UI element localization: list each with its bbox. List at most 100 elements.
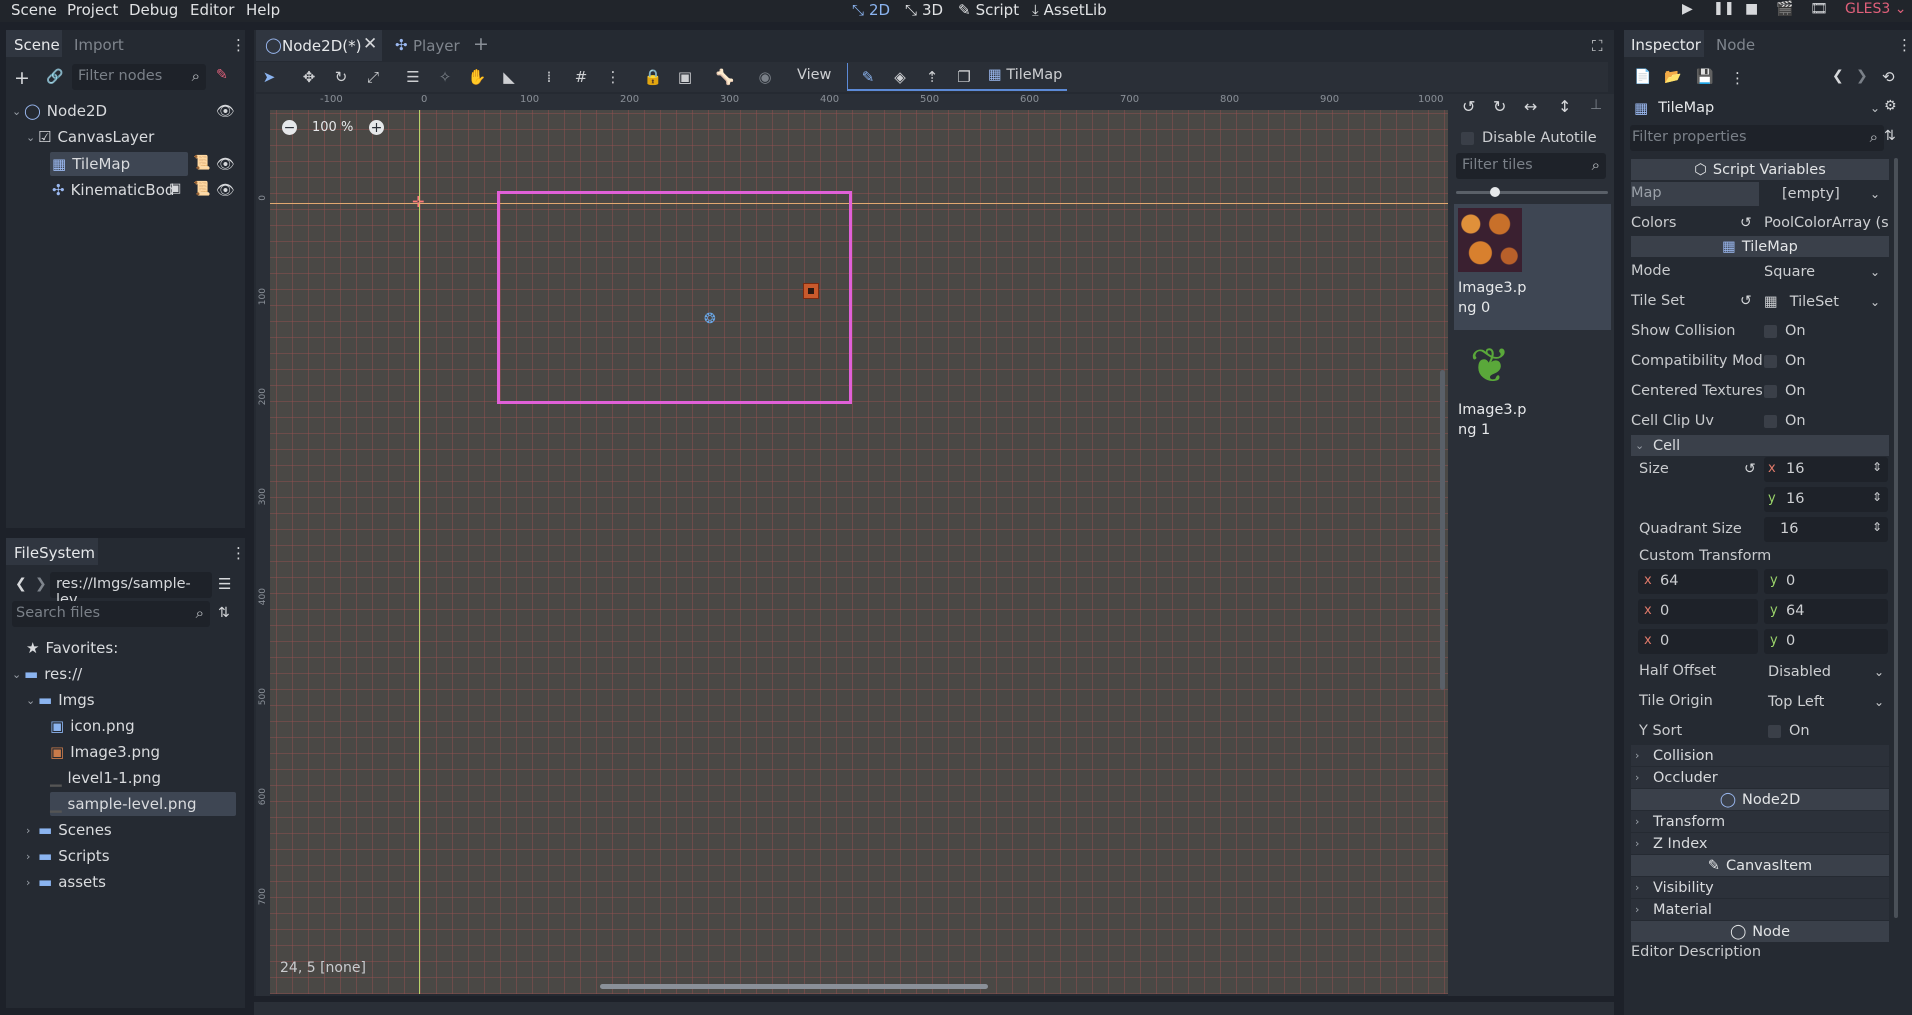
disable-autotile-checkbox[interactable]: Disable Autotile bbox=[1461, 130, 1597, 146]
smart-snap-icon[interactable]: ⁞ bbox=[538, 66, 560, 88]
play-scene-icon[interactable]: 🎬 bbox=[1776, 1, 1793, 17]
add-tab-icon[interactable]: + bbox=[473, 33, 489, 55]
tree-item-node2d[interactable]: ⌄ ◯ Node2D bbox=[12, 99, 107, 123]
size-x-field[interactable]: x 16 ⇕ bbox=[1764, 457, 1888, 482]
fs-file-level1[interactable]: ▁ level1-1.png bbox=[50, 766, 161, 790]
visibility-eye-icon[interactable]: 👁 bbox=[216, 181, 235, 199]
transform-x-y[interactable]: y 0 bbox=[1764, 569, 1888, 594]
fs-folder-imgs[interactable]: ⌄ ▬ Imgs bbox=[26, 688, 95, 712]
section-collision[interactable]: › Collision bbox=[1631, 745, 1889, 766]
tile-zoom-slider[interactable] bbox=[1456, 187, 1608, 197]
select-tool-icon[interactable]: ➤ bbox=[258, 66, 280, 88]
player-sprite-icon[interactable]: ❂ bbox=[704, 311, 716, 327]
object-selector[interactable]: ▦ TileMap ⌄ bbox=[1630, 95, 1884, 121]
fs-folder-scripts[interactable]: › ▬ Scripts bbox=[26, 844, 110, 868]
section-material[interactable]: › Material bbox=[1631, 899, 1889, 920]
colors-value[interactable]: PoolColorArray (s bbox=[1764, 215, 1889, 231]
save-resource-icon[interactable]: 💾 bbox=[1696, 69, 1713, 85]
copy-tool-icon[interactable]: ❐ bbox=[953, 66, 975, 88]
section-occluder[interactable]: › Occluder bbox=[1631, 767, 1889, 788]
section-visibility[interactable]: › Visibility bbox=[1631, 877, 1889, 898]
dock-menu-icon[interactable]: ⋮ bbox=[1897, 36, 1912, 54]
split-view-icon[interactable]: ☰ bbox=[218, 575, 231, 593]
picker-tool-icon[interactable]: ⇡ bbox=[921, 66, 943, 88]
centered-textures-checkbox[interactable]: On bbox=[1764, 383, 1806, 399]
transform-y-y[interactable]: y 64 bbox=[1764, 599, 1888, 624]
visibility-eye-icon[interactable]: 👁 bbox=[216, 102, 235, 120]
tree-item-canvaslayer[interactable]: ⌄ ☑ CanvasLayer bbox=[26, 125, 154, 149]
mode-select[interactable]: Square ⌄ bbox=[1764, 260, 1888, 284]
camera-icon[interactable]: ◉ bbox=[754, 66, 776, 88]
renderer-select[interactable]: GLES3 ⌄ bbox=[1845, 1, 1906, 17]
quadrant-size-field[interactable]: 16 ⇕ bbox=[1764, 517, 1888, 542]
pan-tool-icon[interactable]: ✋ bbox=[466, 66, 488, 88]
script-icon[interactable]: 📜 bbox=[193, 155, 210, 171]
new-resource-icon[interactable]: 📄 bbox=[1634, 69, 1651, 85]
fs-root[interactable]: ⌄ ▬ res:// bbox=[12, 662, 82, 686]
fs-folder-scenes[interactable]: › ▬ Scenes bbox=[26, 818, 112, 842]
menu-project[interactable]: Project bbox=[67, 1, 118, 19]
open-resource-icon[interactable]: 📂 bbox=[1664, 69, 1681, 85]
menu-help[interactable]: Help bbox=[246, 1, 280, 19]
more-options-icon[interactable]: ⋮ bbox=[602, 66, 624, 88]
tree-item-tilemap[interactable]: ▦ TileMap bbox=[52, 152, 130, 176]
forward-arrow-icon[interactable]: ❯ bbox=[35, 576, 47, 592]
slider-grabber[interactable] bbox=[1490, 187, 1500, 197]
section-cell[interactable]: ⌄ Cell bbox=[1631, 435, 1889, 456]
canvas-viewport[interactable]: ✛ ❂ − 100 % + 24, 5 [none] bbox=[270, 110, 1448, 994]
revert-icon[interactable]: ↺ bbox=[1740, 215, 1752, 231]
more-options-icon[interactable]: ⋮ bbox=[1730, 69, 1745, 87]
revert-icon[interactable]: ↺ bbox=[1744, 461, 1756, 477]
show-collision-checkbox[interactable]: On bbox=[1764, 323, 1806, 339]
tilemap-menu[interactable]: ▦ TileMap bbox=[988, 67, 1062, 83]
add-node-icon[interactable]: + bbox=[14, 67, 30, 89]
filter-properties-input[interactable]: Filter properties ⌕ bbox=[1630, 125, 1884, 151]
main-tab-assetlib[interactable]: ⤓ AssetLib bbox=[1032, 1, 1107, 19]
pivot-tool-icon[interactable]: ✧ bbox=[434, 66, 456, 88]
editor-tab-player[interactable]: Player bbox=[413, 37, 460, 55]
play-icon[interactable]: ▶ bbox=[1682, 1, 1693, 17]
revert-icon[interactable]: ↺ bbox=[1740, 293, 1752, 309]
menu-debug[interactable]: Debug bbox=[129, 1, 178, 19]
filter-tiles-input[interactable]: Filter tiles ⌕ bbox=[1456, 153, 1606, 179]
scale-tool-icon[interactable]: ⤢ bbox=[362, 66, 384, 88]
main-tab-2d[interactable]: ⤡ 2D bbox=[852, 1, 890, 19]
history-icon[interactable]: ⟲ bbox=[1882, 68, 1895, 86]
filter-nodes-input[interactable]: Filter nodes ⌕ bbox=[72, 64, 206, 90]
bone-icon[interactable]: 🦴 bbox=[714, 66, 736, 88]
flip-vertical-icon[interactable]: ↕ bbox=[1558, 97, 1571, 116]
placed-tile[interactable] bbox=[803, 283, 819, 299]
tile-item-1[interactable]: ❦ Image3.png 1 bbox=[1454, 332, 1611, 442]
transform-origin-x[interactable]: x 0 bbox=[1638, 629, 1758, 654]
tree-item-kinematicbody[interactable]: ✣ KinematicBod bbox=[52, 178, 174, 202]
pencil-tool-icon[interactable]: ✎ bbox=[857, 66, 879, 88]
history-forward-icon[interactable]: ❯ bbox=[1856, 68, 1868, 84]
inspector-scrollbar[interactable] bbox=[1894, 158, 1898, 918]
rotate-right-icon[interactable]: ↻ bbox=[1493, 97, 1506, 116]
tab-import[interactable]: Import bbox=[74, 36, 124, 54]
main-tab-3d[interactable]: ⤡ 3D bbox=[905, 1, 943, 19]
dock-menu-icon[interactable]: ⋮ bbox=[231, 36, 246, 54]
script-attach-icon[interactable]: ✎ bbox=[216, 67, 228, 83]
back-arrow-icon[interactable]: ❮ bbox=[15, 576, 27, 592]
vertical-scrollbar[interactable] bbox=[1440, 370, 1445, 690]
horizontal-scrollbar[interactable] bbox=[600, 984, 988, 989]
section-zindex[interactable]: › Z Index bbox=[1631, 833, 1889, 854]
sort-icon[interactable]: ⇅ bbox=[1884, 128, 1896, 144]
y-sort-checkbox[interactable]: On bbox=[1768, 723, 1810, 739]
section-transform[interactable]: › Transform bbox=[1631, 811, 1889, 832]
move-tool-icon[interactable]: ✥ bbox=[298, 66, 320, 88]
zoom-in-icon[interactable]: + bbox=[369, 120, 384, 135]
fs-file-image3[interactable]: ▣ Image3.png bbox=[50, 740, 160, 764]
group-icon[interactable]: ▣ bbox=[169, 181, 181, 196]
zoom-reset[interactable]: 100 % bbox=[312, 120, 353, 135]
half-offset-select[interactable]: Disabled ⌄ bbox=[1768, 660, 1888, 684]
cell-clip-uv-checkbox[interactable]: On bbox=[1764, 413, 1806, 429]
fs-folder-assets[interactable]: › ▬ assets bbox=[26, 870, 106, 894]
path-field[interactable]: res://Imgs/sample-lev bbox=[50, 572, 212, 608]
search-files-input[interactable]: Search files ⌕ bbox=[12, 601, 210, 627]
ruler-tool-icon[interactable]: ◣ bbox=[498, 66, 520, 88]
grid-snap-icon[interactable]: # bbox=[570, 66, 592, 88]
lock-icon[interactable]: 🔒 bbox=[642, 66, 664, 88]
rotate-left-icon[interactable]: ↺ bbox=[1462, 97, 1475, 116]
